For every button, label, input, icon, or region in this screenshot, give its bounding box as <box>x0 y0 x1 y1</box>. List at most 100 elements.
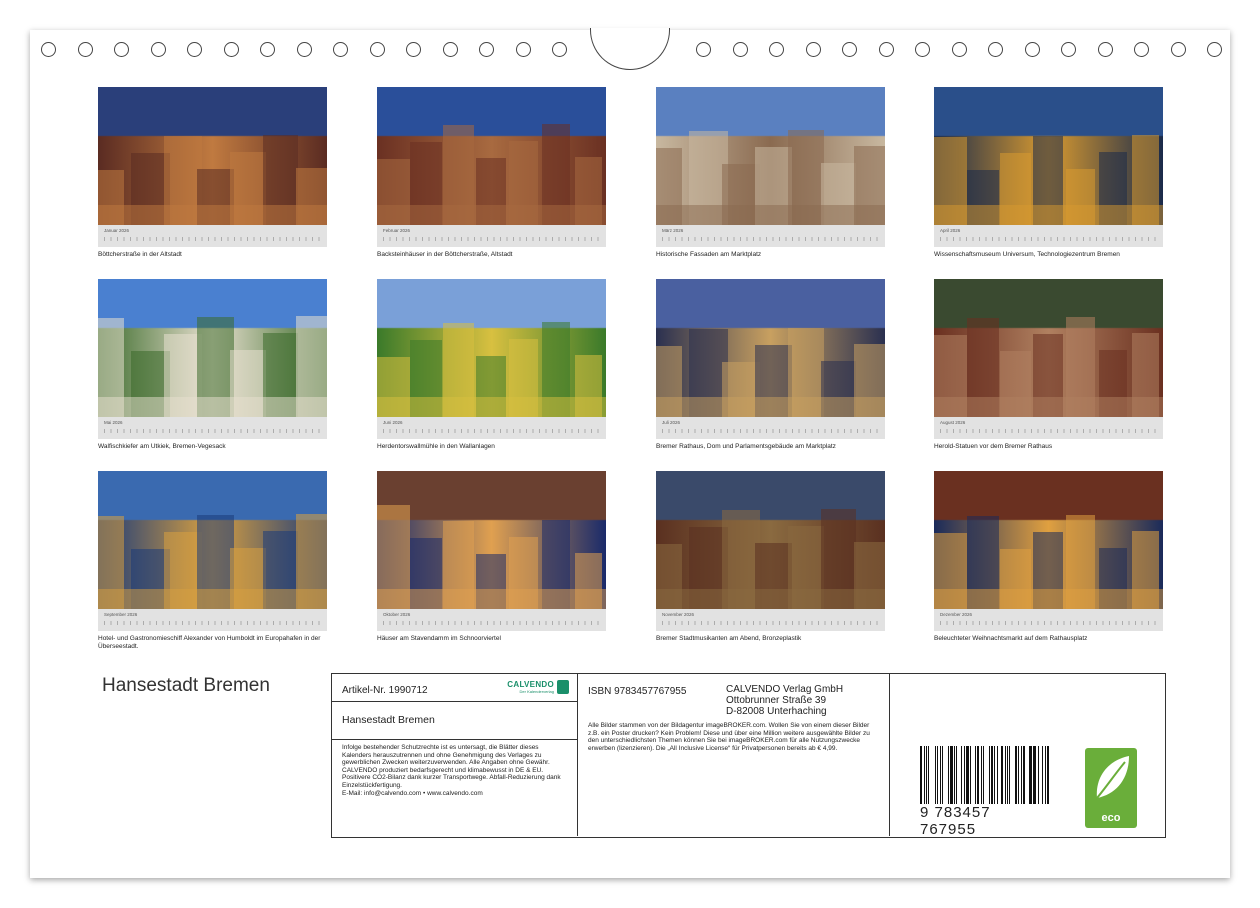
binding-ring <box>333 42 348 57</box>
binding-ring <box>479 42 494 57</box>
month-calendar-strip: September 2026 <box>98 609 327 631</box>
month-photo <box>656 471 885 609</box>
month-days <box>662 429 881 433</box>
isbn: ISBN 9783457767955 <box>588 686 687 697</box>
month-tile: Juli 2026 Bremer Rathaus, Dom und Parlame… <box>656 279 885 451</box>
binding-ring <box>369 42 385 57</box>
month-name: Dezember 2026 <box>940 612 973 617</box>
info-col-middle: ISBN 9783457767955 CALVENDO Verlag GmbH … <box>578 674 890 836</box>
eco-badge: eco <box>1085 748 1137 828</box>
month-name: Februar 2026 <box>383 228 411 233</box>
month-calendar-strip: Juni 2026 <box>377 417 606 439</box>
binding-ring <box>1170 42 1186 57</box>
binding-ring <box>150 42 166 57</box>
month-days <box>383 429 602 433</box>
info-col-left: Artikel-Nr. 1990712 CALVENDO Der Kalende… <box>332 674 578 836</box>
month-tile: April 2026 Wissenschaftsmuseum Universum,… <box>934 87 1163 259</box>
month-photo <box>377 471 606 609</box>
month-caption: Bremer Rathaus, Dom und Parlamentsgebäud… <box>656 443 836 450</box>
month-caption: Bremer Stadtmusikanten am Abend, Bronzep… <box>656 635 802 642</box>
binding-ring <box>552 42 567 57</box>
month-calendar-strip: Januar 2026 <box>98 225 327 247</box>
month-tile: Februar 2026 Backsteinhäuser in der Böttc… <box>377 87 606 259</box>
binding-ring <box>696 42 711 57</box>
binding-ring <box>805 42 821 57</box>
month-days <box>662 237 881 241</box>
month-days <box>383 237 602 241</box>
month-caption: Wissenschaftsmuseum Universum, Technolog… <box>934 251 1120 258</box>
publisher-address: CALVENDO Verlag GmbH Ottobrunner Straße … <box>726 684 844 717</box>
binding-ring <box>260 42 275 57</box>
month-name: April 2026 <box>940 228 961 233</box>
month-photo <box>98 279 327 417</box>
month-caption: Historische Fassaden am Marktplatz <box>656 251 762 258</box>
binding-ring <box>515 42 531 57</box>
month-name: Januar 2026 <box>104 228 130 233</box>
binding-ring <box>915 42 930 57</box>
binding-ring <box>878 42 894 57</box>
binding-ring <box>296 42 312 57</box>
month-calendar-strip: Oktober 2026 <box>377 609 606 631</box>
barcode: 9 783457 767955 <box>920 746 1050 838</box>
binding-ring <box>442 42 458 57</box>
binding-ring <box>1024 42 1040 57</box>
month-tile: September 2026 Hotel- und Gastronomieschi… <box>98 471 327 650</box>
month-photo <box>377 279 606 417</box>
month-calendar-strip: Februar 2026 <box>377 225 606 247</box>
month-caption: Herold-Statuen vor dem Bremer Rathaus <box>934 443 1053 450</box>
month-caption: Herdentorswallmühle in den Wallanlagen <box>377 443 495 450</box>
month-tile: November 2026 Bremer Stadtmusikanten am A… <box>656 471 885 643</box>
barcode-number: 9 783457 767955 <box>920 804 991 838</box>
binding-ring <box>223 42 239 57</box>
month-calendar-strip: Dezember 2026 <box>934 609 1163 631</box>
month-photo <box>98 471 327 609</box>
binding-ring <box>842 42 857 57</box>
month-tile: August 2026 Herold-Statuen vor dem Bremer… <box>934 279 1163 451</box>
binding-ring <box>732 42 748 57</box>
month-calendar-strip: Mai 2026 <box>98 417 327 439</box>
month-tile: März 2026 Historische Fassaden am Marktpl… <box>656 87 885 259</box>
month-name: August 2026 <box>940 420 966 425</box>
image-info: Alle Bilder stammen von der Bildagentur … <box>588 722 870 752</box>
month-calendar-strip: November 2026 <box>656 609 885 631</box>
month-photo <box>934 279 1163 417</box>
month-tile: Januar 2026 Böttcherstraße in der Altstad… <box>98 87 327 259</box>
binding-ring <box>1061 42 1076 57</box>
month-tile: Juni 2026 Herdentorswallmühle in den Wall… <box>377 279 606 451</box>
leaf-icon <box>1096 756 1129 799</box>
month-days <box>940 237 1159 241</box>
binding-ring <box>769 42 784 57</box>
calvendo-logo: CALVENDO Der Kalenderverlag <box>507 680 569 694</box>
binding-ring <box>406 42 421 57</box>
binding-ring <box>1134 42 1149 57</box>
month-days <box>104 237 323 241</box>
month-days <box>104 621 323 625</box>
month-calendar-strip: August 2026 <box>934 417 1163 439</box>
month-tile: Mai 2026 Walfischkiefer am Utkiek, Bremen… <box>98 279 327 451</box>
month-name: September 2026 <box>104 612 138 617</box>
month-name: Oktober 2026 <box>383 612 411 617</box>
month-calendar-strip: April 2026 <box>934 225 1163 247</box>
info-panel: Artikel-Nr. 1990712 CALVENDO Der Kalende… <box>331 673 1166 838</box>
binding-ring <box>114 42 129 57</box>
month-tile: Oktober 2026 Häuser am Stavendamm im Schn… <box>377 471 606 643</box>
binding-ring <box>1207 42 1222 57</box>
info-col-right: 9 783457 767955 eco <box>890 674 1164 838</box>
binding-ring <box>1097 42 1113 57</box>
month-days <box>940 429 1159 433</box>
month-days <box>104 429 323 433</box>
month-name: November 2026 <box>662 612 695 617</box>
month-caption: Beleuchteter Weihnachtsmarkt auf dem Rat… <box>934 635 1088 642</box>
month-photo <box>656 87 885 225</box>
calvendo-mark-icon <box>557 680 569 694</box>
month-caption: Häuser am Stavendamm im Schnoorviertel <box>377 635 501 642</box>
month-name: Mai 2026 <box>104 420 123 425</box>
month-caption: Böttcherstraße in der Altstadt <box>98 251 182 258</box>
month-name: Juni 2026 <box>383 420 403 425</box>
binding-ring <box>187 42 202 57</box>
binding-ring <box>77 42 93 57</box>
binding-ring <box>951 42 967 57</box>
hanger-notch <box>590 28 670 70</box>
month-photo <box>934 471 1163 609</box>
month-photo <box>656 279 885 417</box>
